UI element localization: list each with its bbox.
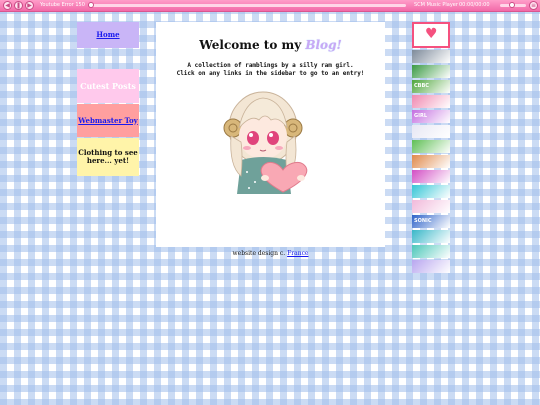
cyan-stamp-icon[interactable] — [412, 185, 450, 198]
heart-stamp-icon[interactable]: ♥ — [412, 22, 450, 48]
seek-bar[interactable] — [90, 4, 406, 7]
page-description: A collection of ramblings by a silly ram… — [156, 62, 385, 78]
teal-stamp-icon[interactable] — [412, 230, 450, 243]
site-credit: website design c. France — [156, 250, 385, 258]
pastel-stamp-icon[interactable] — [412, 200, 450, 213]
pink-anime-stamp-icon[interactable] — [412, 95, 450, 108]
lavender-stamp-icon[interactable] — [412, 260, 450, 273]
stamp-column: ♥ CBBC GIRL SONIC — [412, 22, 450, 275]
title-blog-word: Blog! — [305, 38, 342, 52]
magenta-stamp-icon[interactable] — [412, 170, 450, 183]
sidebar-item-home[interactable]: Home — [77, 22, 139, 48]
player-name: SCM Music Player — [414, 2, 458, 8]
volume-handle[interactable] — [509, 2, 515, 8]
sonic-stamp-icon[interactable]: SONIC — [412, 215, 450, 228]
girl-stamp-icon[interactable]: GIRL — [412, 110, 450, 123]
main-panel: Welcome to my Blog! A collection of ramb… — [156, 22, 385, 247]
description-line-1: A collection of ramblings by a silly ram… — [187, 62, 354, 69]
description-line-2: Click on any links in the sidebar to go … — [176, 70, 365, 77]
cutest-posts-label: Cutest Posts — [80, 80, 136, 91]
miku-stamp-icon[interactable] — [412, 245, 450, 258]
stamp-label: GIRL — [414, 113, 428, 119]
time-readout: 00:00/00:00 — [459, 2, 490, 8]
orange-anime-stamp-icon[interactable] — [412, 155, 450, 168]
menu-icon[interactable]: ≡ — [529, 1, 538, 10]
light-stamp-icon[interactable] — [412, 125, 450, 138]
seek-handle[interactable] — [88, 2, 94, 8]
track-title: Youtube Error 150 — [40, 2, 85, 8]
sidebar-item-cutest-posts[interactable]: Cutest Posts — [77, 69, 139, 103]
clock-stamp-icon[interactable] — [412, 50, 450, 63]
music-player-bar: ◀ ❚ ▶ Youtube Error 150 SCM Music Player… — [0, 0, 540, 12]
stamp-label: CBBC — [414, 83, 429, 89]
next-icon[interactable]: ▶ — [25, 1, 34, 10]
page-title: Welcome to my Blog! — [156, 38, 385, 52]
heart-icon: ♥ — [425, 26, 438, 42]
pause-icon[interactable]: ❚ — [14, 1, 23, 10]
green-stamp-icon[interactable] — [412, 65, 450, 78]
credit-link[interactable]: France — [287, 250, 308, 257]
ram-girl-avatar-illustration — [223, 91, 308, 194]
clothing-label: Clothing to see here... yet! — [78, 148, 138, 165]
home-link[interactable]: Home — [96, 31, 119, 39]
title-prefix: Welcome to my — [199, 38, 306, 52]
webmaster-toy-link[interactable]: Webmaster Toy — [78, 116, 137, 125]
credit-text: website design c. — [232, 250, 288, 257]
previous-icon[interactable]: ◀ — [3, 1, 12, 10]
stamp-label: SONIC — [414, 218, 432, 224]
game-stamp-icon[interactable] — [412, 140, 450, 153]
sidebar-item-clothing: Clothing to see here... yet! — [77, 138, 139, 176]
character-stamp-icon[interactable]: CBBC — [412, 80, 450, 93]
sidebar-item-webmaster-toy[interactable]: Webmaster Toy — [77, 104, 139, 137]
